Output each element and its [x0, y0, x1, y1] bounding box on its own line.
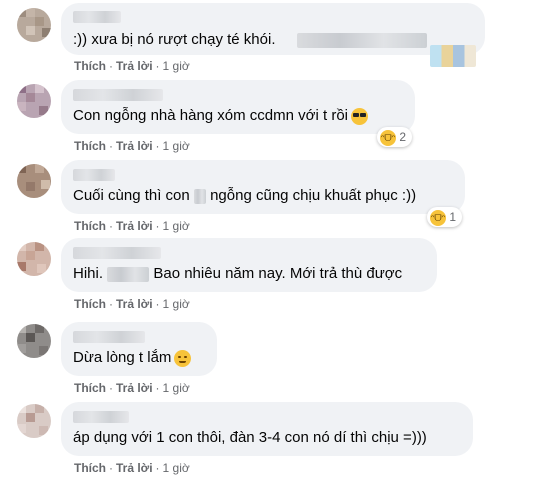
timestamp[interactable]: 1 giờ — [163, 297, 190, 311]
like-button[interactable]: Thích — [74, 381, 106, 395]
comment-actions: Thích · Trả lời · 1 giờ — [74, 461, 190, 475]
comment-bubble: :)) xưa bị nó rượt chạy té khói. — [61, 3, 485, 55]
avatar[interactable] — [17, 84, 51, 118]
laughing-emoji: ᵔᗜᵔ — [380, 129, 396, 146]
laughing-emoji: ᵔᗜᵔ — [430, 209, 446, 226]
author-name-redacted[interactable] — [73, 169, 115, 181]
like-button[interactable]: Thích — [74, 59, 106, 73]
timestamp[interactable]: 1 giờ — [163, 219, 190, 233]
author-name-redacted[interactable] — [73, 411, 129, 423]
author-name-redacted[interactable] — [73, 247, 161, 259]
comment-text: Hihi. Bao nhiêu năm nay. Mới trả thù đượ… — [73, 265, 403, 282]
comment-bubble: Hihi. Bao nhiêu năm nay. Mới trả thù đượ… — [61, 238, 437, 292]
comment-text: :)) xưa bị nó rượt chạy té khói. — [73, 31, 276, 48]
like-button[interactable]: Thích — [74, 139, 106, 153]
reply-button[interactable]: Trả lời — [116, 219, 153, 233]
comment-actions: Thích · Trả lời · 1 giờ — [74, 139, 190, 153]
comment-actions: Thích · Trả lời · 1 giờ — [74, 381, 190, 395]
reaction-summary[interactable]: ᵔᗜᵔ 2 — [377, 127, 413, 147]
redacted-text — [297, 33, 427, 48]
reaction-count: 1 — [449, 210, 457, 224]
sticker-image[interactable] — [430, 45, 476, 67]
comment-actions: Thích · Trả lời · 1 giờ — [74, 297, 190, 311]
comment-bubble: Cuối cùng thì con ngỗng cũng chịu khuất … — [61, 160, 465, 214]
avatar[interactable] — [17, 404, 51, 438]
timestamp[interactable]: 1 giờ — [163, 381, 190, 395]
comment-text: Cuối cùng thì con ngỗng cũng chịu khuất … — [73, 187, 417, 204]
comment-actions: Thích · Trả lời · 1 giờ — [74, 219, 190, 233]
avatar[interactable] — [17, 242, 51, 276]
like-button[interactable]: Thích — [74, 461, 106, 475]
comment-text: Con ngỗng nhà hàng xóm ccdmn với t rồi — [73, 106, 368, 126]
comment-text: áp dụng với 1 con thôi, đàn 3-4 con nó d… — [73, 429, 427, 446]
author-name-redacted[interactable] — [73, 11, 121, 23]
reply-button[interactable]: Trả lời — [116, 297, 153, 311]
comment-text: Dừa lòng t lắm — [73, 348, 192, 368]
timestamp[interactable]: 1 giờ — [163, 59, 190, 73]
redacted-text — [193, 188, 206, 204]
redacted-text — [107, 266, 150, 282]
comment-actions: Thích · Trả lời · 1 giờ — [74, 59, 190, 73]
reply-button[interactable]: Trả lời — [116, 461, 153, 475]
comment-bubble: áp dụng với 1 con thôi, đàn 3-4 con nó d… — [61, 402, 473, 456]
comment-bubble: Con ngỗng nhà hàng xóm ccdmn với t rồi — [61, 80, 415, 134]
like-button[interactable]: Thích — [74, 219, 106, 233]
reply-button[interactable]: Trả lời — [116, 59, 153, 73]
author-name-redacted[interactable] — [73, 331, 145, 343]
cool-face-emoji — [351, 107, 368, 125]
timestamp[interactable]: 1 giờ — [163, 139, 190, 153]
comment-bubble: Dừa lòng t lắm — [61, 322, 217, 376]
reply-button[interactable]: Trả lời — [116, 381, 153, 395]
avatar[interactable] — [17, 324, 51, 358]
reaction-count: 2 — [399, 130, 407, 144]
avatar[interactable] — [17, 8, 51, 42]
relieved-face-emoji — [174, 349, 192, 367]
author-name-redacted[interactable] — [73, 89, 163, 101]
avatar[interactable] — [17, 164, 51, 198]
like-button[interactable]: Thích — [74, 297, 106, 311]
reaction-summary[interactable]: ᵔᗜᵔ 1 — [427, 207, 463, 227]
timestamp[interactable]: 1 giờ — [163, 461, 190, 475]
reply-button[interactable]: Trả lời — [116, 139, 153, 153]
